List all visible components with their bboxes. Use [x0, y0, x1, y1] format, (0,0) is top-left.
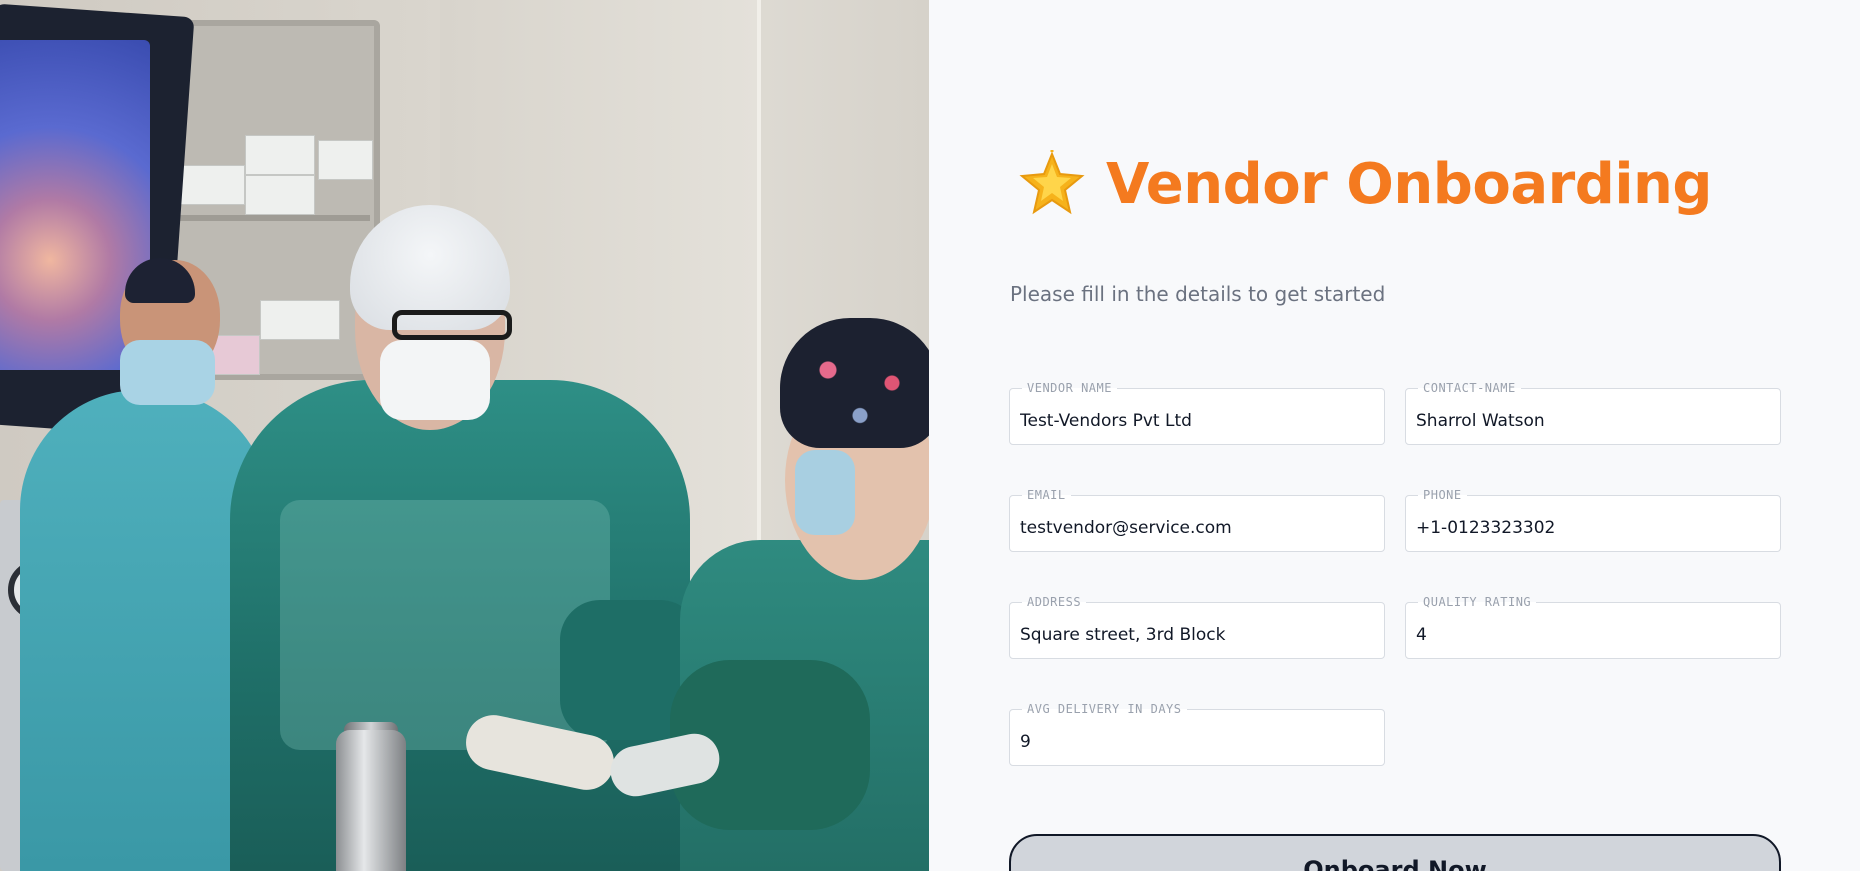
supply-box [245, 135, 315, 175]
surgeon-center-gown-front [280, 500, 610, 750]
page-title: Vendor Onboarding [1106, 151, 1712, 217]
supply-box [260, 300, 340, 340]
avg-delivery-input[interactable] [1010, 710, 1384, 765]
surgeon-left-mask [120, 340, 215, 405]
onboarding-panel: Vendor Onboarding Please fill in the det… [929, 0, 1860, 871]
avg-delivery-field: AVG DELIVERY IN DAYS [1009, 702, 1385, 766]
quality-rating-field: QUALITY RATING [1405, 595, 1781, 659]
email-input[interactable] [1010, 496, 1384, 551]
supply-box [245, 175, 315, 215]
steel-flask [336, 730, 406, 871]
supply-box [318, 140, 373, 180]
phone-input[interactable] [1406, 496, 1780, 551]
cabinet-shelf [150, 215, 370, 221]
title-row: Vendor Onboarding [1018, 148, 1712, 218]
glowing-star-icon [1018, 148, 1086, 218]
surgeon-center-glasses [392, 310, 512, 340]
address-field: ADDRESS [1009, 595, 1385, 659]
hero-photo [0, 0, 929, 871]
page-subtitle: Please fill in the details to get starte… [1010, 282, 1386, 306]
vendor-name-field: VENDOR NAME [1009, 381, 1385, 445]
onboard-now-button[interactable]: Onboard Now [1009, 834, 1781, 871]
phone-field: PHONE [1405, 488, 1781, 552]
quality-rating-input[interactable] [1406, 603, 1780, 658]
address-input[interactable] [1010, 603, 1384, 658]
nurse-right-mask [795, 450, 855, 535]
contact-name-input[interactable] [1406, 389, 1780, 444]
nurse-right-cap [780, 318, 929, 448]
email-field: EMAIL [1009, 488, 1385, 552]
vendor-name-input[interactable] [1010, 389, 1384, 444]
contact-name-field: CONTACT-NAME [1405, 381, 1781, 445]
surgeon-center-mask [380, 340, 490, 420]
